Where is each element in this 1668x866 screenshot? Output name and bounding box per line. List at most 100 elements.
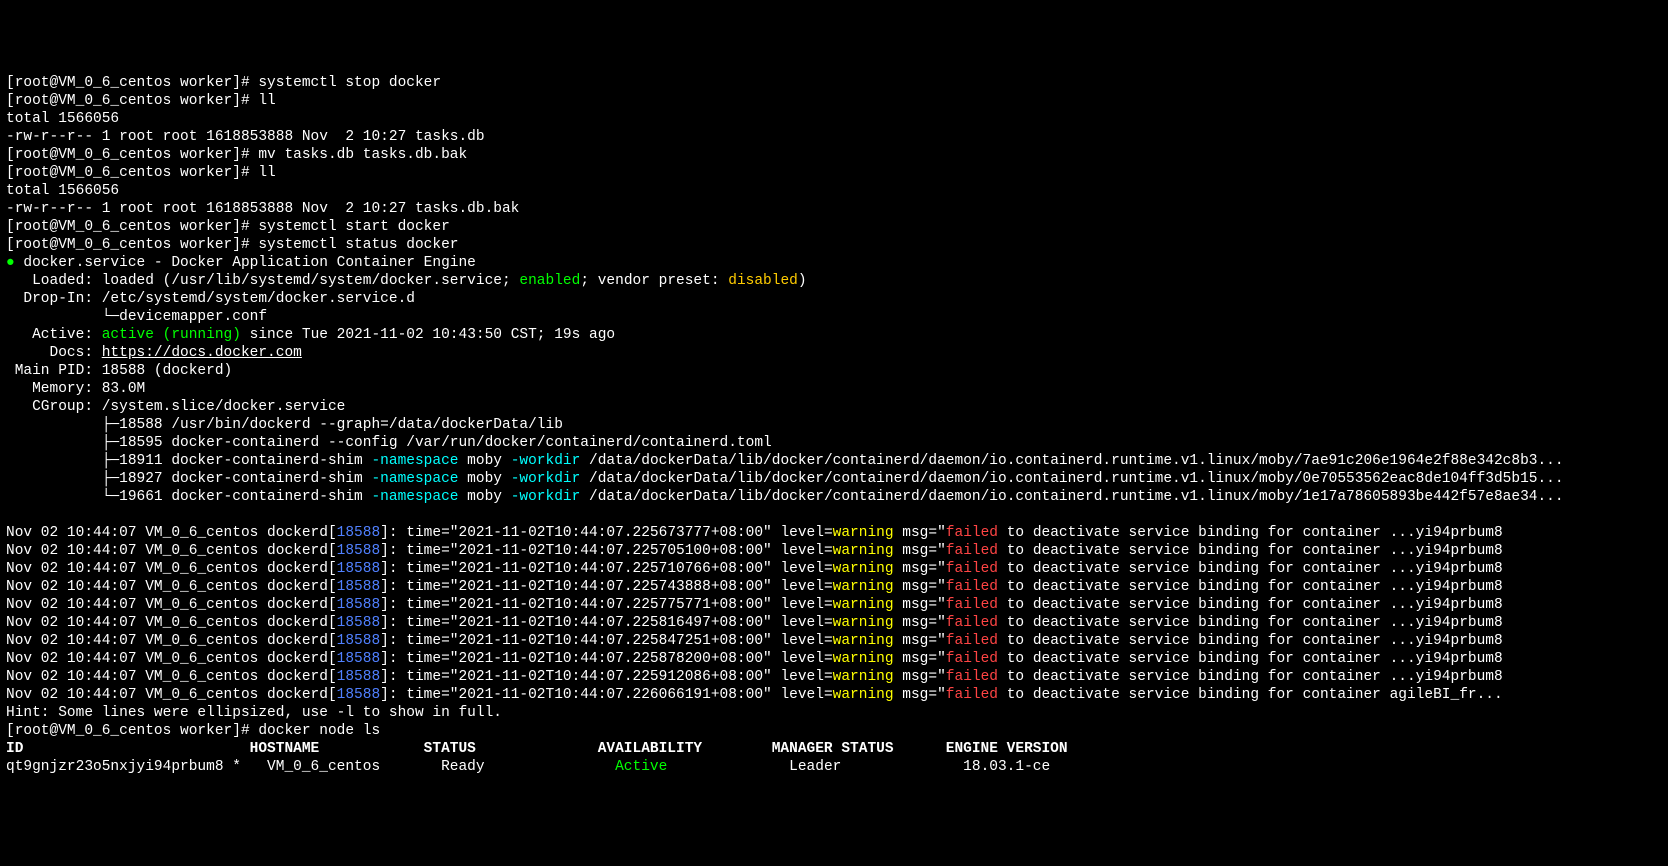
line-mainpid: Main PID: 18588 (dockerd)	[6, 362, 1662, 380]
text-fragment: msg="	[894, 597, 946, 613]
text-fragment: total 1566056	[6, 111, 119, 127]
line-prompt2: [root@VM_0_6_centos worker]# ll	[6, 92, 1662, 110]
text-fragment: ├─18911 docker-containerd-shim	[6, 453, 371, 469]
line-prompt1: [root@VM_0_6_centos worker]# systemctl s…	[6, 74, 1662, 92]
text-fragment: Nov 02 10:44:07 VM_0_6_centos dockerd[	[6, 633, 337, 649]
text-fragment: └─19661 docker-containerd-shim	[6, 489, 371, 505]
text-fragment: to deactivate service binding for contai…	[998, 615, 1503, 631]
text-fragment: [root@VM_0_6_centos worker]# ll	[6, 93, 276, 109]
text-fragment: ]	[380, 615, 389, 631]
service-header: ● docker.service - Docker Application Co…	[6, 254, 1662, 272]
text-fragment: : time="2021-11-02T10:44:07.225673777+08…	[389, 525, 833, 541]
text-fragment: [root@VM_0_6_centos worker]# systemctl s…	[6, 75, 441, 91]
text-fragment: to deactivate service binding for contai…	[998, 579, 1503, 595]
text-fragment: msg="	[894, 687, 946, 703]
log-line: Nov 02 10:44:07 VM_0_6_centos dockerd[18…	[6, 668, 1662, 686]
text-fragment: ├─18595 docker-containerd --config /var/…	[6, 435, 772, 451]
text-fragment: ID HOSTNAME STATUS AVAILABILITY MANAGER …	[6, 741, 1068, 757]
log-line: Nov 02 10:44:07 VM_0_6_centos dockerd[18…	[6, 632, 1662, 650]
log-line: Nov 02 10:44:07 VM_0_6_centos dockerd[18…	[6, 686, 1662, 704]
text-fragment: Nov 02 10:44:07 VM_0_6_centos dockerd[	[6, 615, 337, 631]
text-fragment: Nov 02 10:44:07 VM_0_6_centos dockerd[	[6, 651, 337, 667]
text-fragment: msg="	[894, 561, 946, 577]
text-fragment: warning	[833, 543, 894, 559]
text-fragment: moby	[458, 453, 510, 469]
service-loaded: Loaded: loaded (/usr/lib/systemd/system/…	[6, 272, 1662, 290]
terminal-output[interactable]: [root@VM_0_6_centos worker]# systemctl s…	[6, 74, 1662, 776]
text-fragment: 18588	[337, 633, 381, 649]
cgroup-tree-shim: └─19661 docker-containerd-shim -namespac…	[6, 488, 1662, 506]
text-fragment	[6, 507, 15, 523]
text-fragment: msg="	[894, 543, 946, 559]
text-fragment: msg="	[894, 615, 946, 631]
text-fragment: : time="2021-11-02T10:44:07.225847251+08…	[389, 633, 833, 649]
service-docs: Docs: https://docs.docker.com	[6, 344, 1662, 362]
text-fragment: total 1566056	[6, 183, 119, 199]
text-fragment: Docs:	[6, 345, 102, 361]
line-ctree1: ├─18588 /usr/bin/dockerd --graph=/data/d…	[6, 416, 1662, 434]
text-fragment: msg="	[894, 651, 946, 667]
text-fragment: 18588	[337, 687, 381, 703]
log-line: Nov 02 10:44:07 VM_0_6_centos dockerd[18…	[6, 650, 1662, 668]
line-prompt3: [root@VM_0_6_centos worker]# mv tasks.db…	[6, 146, 1662, 164]
log-line: Nov 02 10:44:07 VM_0_6_centos dockerd[18…	[6, 614, 1662, 632]
text-fragment: Nov 02 10:44:07 VM_0_6_centos dockerd[	[6, 669, 337, 685]
text-fragment: Nov 02 10:44:07 VM_0_6_centos dockerd[	[6, 579, 337, 595]
text-fragment: ]	[380, 687, 389, 703]
text-fragment: failed	[946, 651, 998, 667]
text-fragment: warning	[833, 597, 894, 613]
log-line: Nov 02 10:44:07 VM_0_6_centos dockerd[18…	[6, 542, 1662, 560]
text-fragment: moby	[458, 489, 510, 505]
text-fragment: to deactivate service binding for contai…	[998, 651, 1503, 667]
line-ls1: -rw-r--r-- 1 root root 1618853888 Nov 2 …	[6, 128, 1662, 146]
text-fragment: Active:	[6, 327, 102, 343]
text-fragment: Active	[615, 759, 667, 775]
text-fragment: warning	[833, 669, 894, 685]
log-line: Nov 02 10:44:07 VM_0_6_centos dockerd[18…	[6, 578, 1662, 596]
text-fragment: moby	[458, 471, 510, 487]
text-fragment: ]	[380, 633, 389, 649]
node-table-header: ID HOSTNAME STATUS AVAILABILITY MANAGER …	[6, 740, 1662, 758]
line-dropin2: └─devicemapper.conf	[6, 308, 1662, 326]
text-fragment: 18588	[337, 615, 381, 631]
line-memory: Memory: 83.0M	[6, 380, 1662, 398]
text-fragment: └─devicemapper.conf	[6, 309, 267, 325]
line-total1: total 1566056	[6, 110, 1662, 128]
text-fragment: disabled	[728, 273, 798, 289]
text-fragment: warning	[833, 579, 894, 595]
line-prompt4: [root@VM_0_6_centos worker]# ll	[6, 164, 1662, 182]
text-fragment: warning	[833, 651, 894, 667]
text-fragment: to deactivate service binding for contai…	[998, 687, 1503, 703]
text-fragment: /data/dockerData/lib/docker/containerd/d…	[580, 471, 1563, 487]
text-fragment: : time="2021-11-02T10:44:07.225775771+08…	[389, 597, 833, 613]
terminal-line	[6, 506, 1662, 524]
text-fragment: msg="	[894, 579, 946, 595]
line-prompt5: [root@VM_0_6_centos worker]# systemctl s…	[6, 218, 1662, 236]
text-fragment: -namespace	[371, 453, 458, 469]
text-fragment: Leader 18.03.1-ce	[667, 759, 1050, 775]
text-fragment: [root@VM_0_6_centos worker]# mv tasks.db…	[6, 147, 467, 163]
line-prompt6: [root@VM_0_6_centos worker]# systemctl s…	[6, 236, 1662, 254]
text-fragment: 18588	[337, 669, 381, 685]
text-fragment: to deactivate service binding for contai…	[998, 633, 1503, 649]
text-fragment: -namespace	[371, 471, 458, 487]
text-fragment: to deactivate service binding for contai…	[998, 597, 1503, 613]
text-fragment: Nov 02 10:44:07 VM_0_6_centos dockerd[	[6, 525, 337, 541]
text-fragment: [root@VM_0_6_centos worker]# docker node…	[6, 723, 380, 739]
text-fragment: : time="2021-11-02T10:44:07.225710766+08…	[389, 561, 833, 577]
text-fragment: msg="	[894, 633, 946, 649]
text-fragment: 18588	[337, 579, 381, 595]
text-fragment: docker.service - Docker Application Cont…	[15, 255, 476, 271]
text-fragment: Nov 02 10:44:07 VM_0_6_centos dockerd[	[6, 597, 337, 613]
text-fragment: 18588	[337, 525, 381, 541]
text-fragment: Nov 02 10:44:07 VM_0_6_centos dockerd[	[6, 687, 337, 703]
text-fragment: Nov 02 10:44:07 VM_0_6_centos dockerd[	[6, 543, 337, 559]
text-fragment: : time="2021-11-02T10:44:07.225816497+08…	[389, 615, 833, 631]
text-fragment: : time="2021-11-02T10:44:07.225705100+08…	[389, 543, 833, 559]
text-fragment: warning	[833, 687, 894, 703]
text-fragment: failed	[946, 561, 998, 577]
text-fragment: since Tue 2021-11-02 10:43:50 CST; 19s a…	[241, 327, 615, 343]
text-fragment: msg="	[894, 669, 946, 685]
log-line: Nov 02 10:44:07 VM_0_6_centos dockerd[18…	[6, 596, 1662, 614]
text-fragment: warning	[833, 525, 894, 541]
